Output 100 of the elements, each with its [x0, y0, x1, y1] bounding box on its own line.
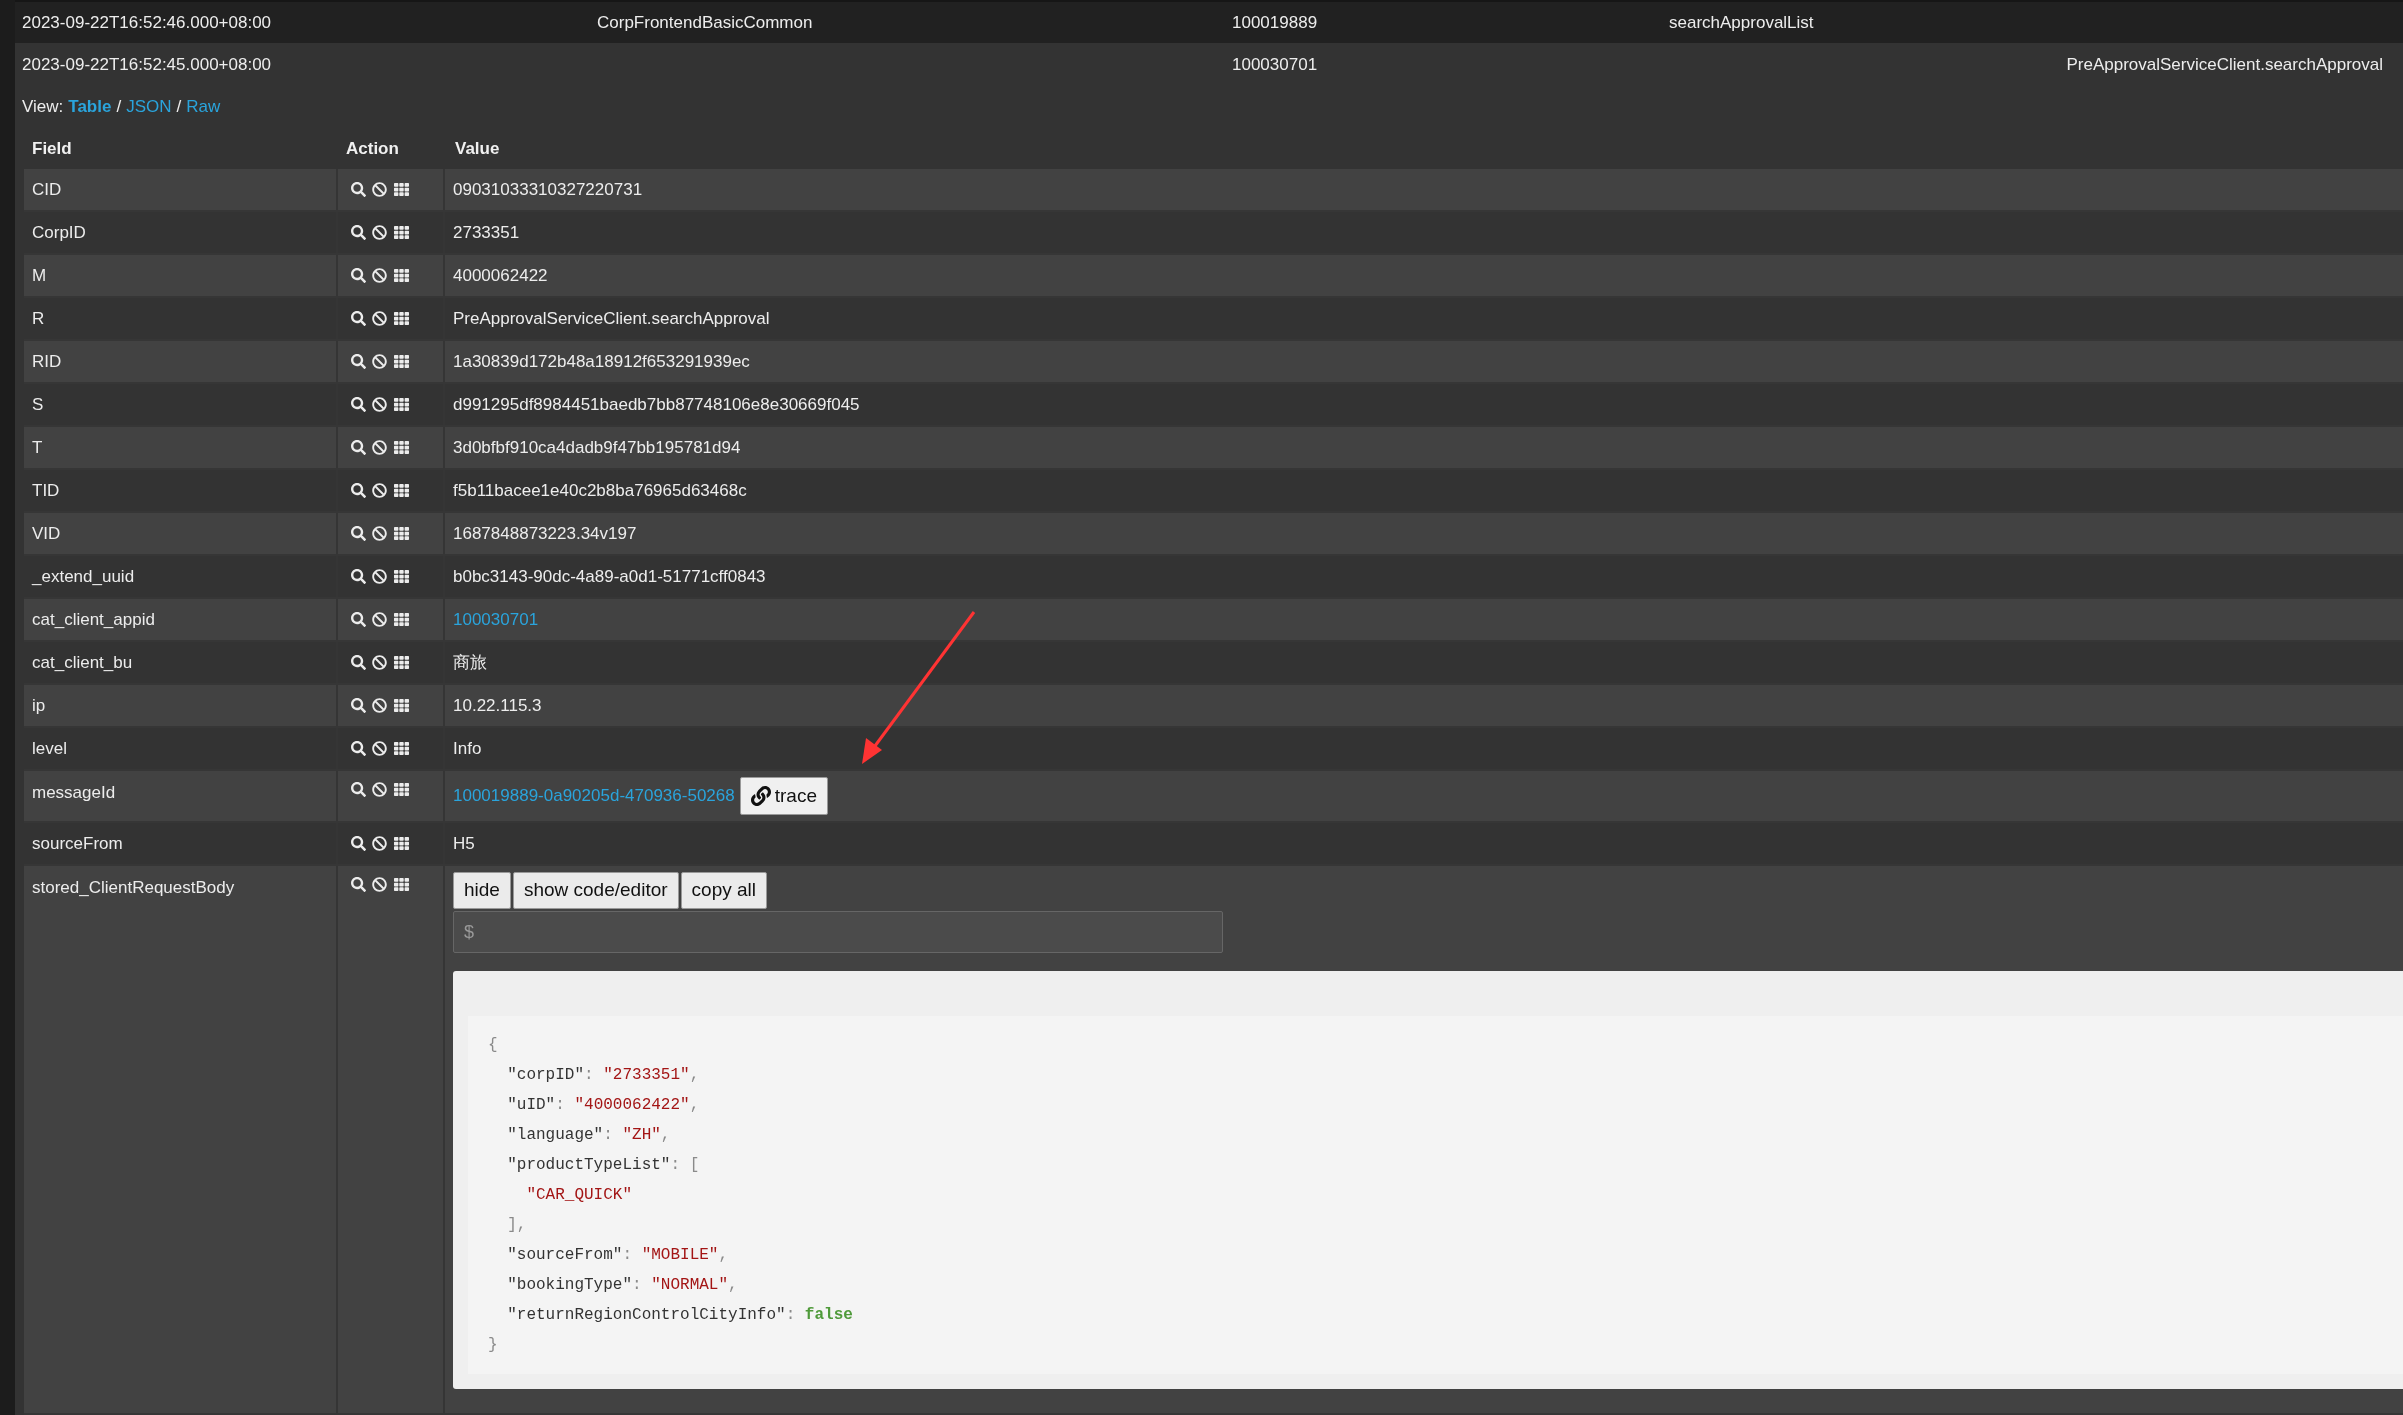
link-icon [750, 786, 771, 806]
grid-icon[interactable] [393, 741, 410, 756]
view-option[interactable]: JSON [126, 94, 172, 120]
search-icon[interactable] [351, 483, 366, 498]
column-header: Value [455, 138, 500, 158]
search-icon[interactable] [351, 440, 366, 455]
grid-icon[interactable] [393, 698, 410, 713]
code-block: { "corpID": "2733351", "uID": "4000062422", "language": "ZH", "productTypeList": [ "CAR_QUICK" ], "sourceFrom": "MOBILE", "bookingType": "NORMAL", "returnRegionControlCityInfo": false } [468, 1016, 2403, 1374]
field-value: H5 [453, 832, 475, 855]
ban-icon[interactable] [372, 397, 387, 412]
grid-icon[interactable] [393, 836, 410, 851]
ban-icon[interactable] [372, 836, 387, 851]
search-icon[interactable] [351, 182, 366, 197]
grid-icon[interactable] [393, 655, 410, 670]
field-name: CID [32, 178, 62, 201]
search-icon[interactable] [351, 225, 366, 240]
ban-icon[interactable] [372, 440, 387, 455]
field-value: 3d0bfbf910ca4dadb9f47bb195781d94 [453, 436, 741, 459]
path-input[interactable]: $ [453, 911, 1223, 953]
field-name: M [32, 264, 47, 287]
view-label: View: [22, 96, 64, 119]
field-name: RID [32, 350, 62, 373]
field-name: ip [32, 694, 46, 717]
search-icon[interactable] [351, 698, 366, 713]
search-icon[interactable] [351, 526, 366, 541]
field-value: Info [453, 737, 482, 760]
field-name: level [32, 737, 67, 760]
field-name: messageId [32, 782, 116, 804]
grid-icon[interactable] [393, 440, 410, 455]
view-option[interactable]: Table [68, 94, 112, 120]
grid-icon[interactable] [393, 877, 410, 892]
view-separator: / [116, 96, 122, 119]
grid-icon[interactable] [393, 782, 410, 797]
ban-icon[interactable] [372, 182, 387, 197]
field-name: T [32, 436, 43, 459]
ban-icon[interactable] [372, 569, 387, 584]
grid-icon[interactable] [393, 569, 410, 584]
trace-button[interactable]: trace [739, 777, 828, 815]
search-icon[interactable] [351, 397, 366, 412]
ban-icon[interactable] [372, 268, 387, 283]
search-icon[interactable] [351, 268, 366, 283]
field-name: CorpID [32, 221, 86, 244]
grid-icon[interactable] [393, 397, 410, 412]
grid-icon[interactable] [393, 483, 410, 498]
ban-icon[interactable] [372, 698, 387, 713]
body-button[interactable]: copy all [680, 872, 767, 909]
ban-icon[interactable] [372, 877, 387, 892]
ban-icon[interactable] [372, 612, 387, 627]
column-header: Field [32, 138, 72, 158]
log-cell: 100030701 [1232, 54, 1318, 74]
log-cell: PreApprovalServiceClient.searchApproval [2066, 54, 2383, 74]
ban-icon[interactable] [372, 225, 387, 240]
ban-icon[interactable] [372, 741, 387, 756]
field-value: 1687848873223.34v197 [453, 522, 637, 545]
log-cell: searchApprovalList [1669, 12, 1814, 32]
field-name: _extend_uuid [32, 565, 135, 588]
search-icon[interactable] [351, 836, 366, 851]
search-icon[interactable] [351, 741, 366, 756]
grid-icon[interactable] [393, 225, 410, 240]
grid-icon[interactable] [393, 526, 410, 541]
grid-icon[interactable] [393, 311, 410, 326]
search-icon[interactable] [351, 655, 366, 670]
field-value: PreApprovalServiceClient.searchApproval [453, 307, 770, 330]
view-option[interactable]: Raw [186, 94, 221, 120]
body-button[interactable]: show code/editor [512, 872, 679, 909]
ban-icon[interactable] [372, 526, 387, 541]
search-icon[interactable] [351, 877, 366, 892]
search-icon[interactable] [351, 354, 366, 369]
field-value: 2733351 [453, 221, 520, 244]
grid-icon[interactable] [393, 612, 410, 627]
field-value: 1a30839d172b48a18912f653291939ec [453, 350, 750, 373]
ban-icon[interactable] [372, 311, 387, 326]
ban-icon[interactable] [372, 782, 387, 797]
log-cell: 100019889 [1232, 12, 1318, 32]
ban-icon[interactable] [372, 354, 387, 369]
field-value: 09031033310327220731 [453, 178, 643, 201]
search-icon[interactable] [351, 569, 366, 584]
log-cell: 2023-09-22T16:52:45.000+08:00 [22, 54, 272, 74]
value-link[interactable]: 100019889-0a90205d-470936-50268 [453, 783, 735, 809]
ban-icon[interactable] [372, 655, 387, 670]
field-name: TID [32, 479, 60, 502]
field-value: d991295df8984451baedb7bb87748106e8e30669f045 [453, 393, 860, 416]
value-link[interactable]: 100030701 [453, 606, 539, 633]
field-name: stored_ClientRequestBody [32, 877, 235, 899]
grid-icon[interactable] [393, 268, 410, 283]
grid-icon[interactable] [393, 354, 410, 369]
grid-icon[interactable] [393, 182, 410, 197]
column-header: Action [346, 138, 399, 158]
field-name: cat_client_bu [32, 651, 133, 674]
search-icon[interactable] [351, 311, 366, 326]
field-value: 10.22.115.3 [453, 694, 542, 717]
search-icon[interactable] [351, 612, 366, 627]
log-cell: CorpFrontendBasicCommon [597, 12, 813, 32]
body-button[interactable]: hide [453, 872, 511, 909]
field-name: sourceFrom [32, 832, 123, 855]
search-icon[interactable] [351, 782, 366, 797]
ban-icon[interactable] [372, 483, 387, 498]
log-row[interactable]: 2023-09-22T16:52:46.000+08:00 CorpFrontendBasicCommon 100019889 searchApprovalList [15, 0, 2403, 43]
log-cell: 2023-09-22T16:52:46.000+08:00 [22, 12, 272, 32]
field-name: cat_client_appid [32, 608, 155, 631]
